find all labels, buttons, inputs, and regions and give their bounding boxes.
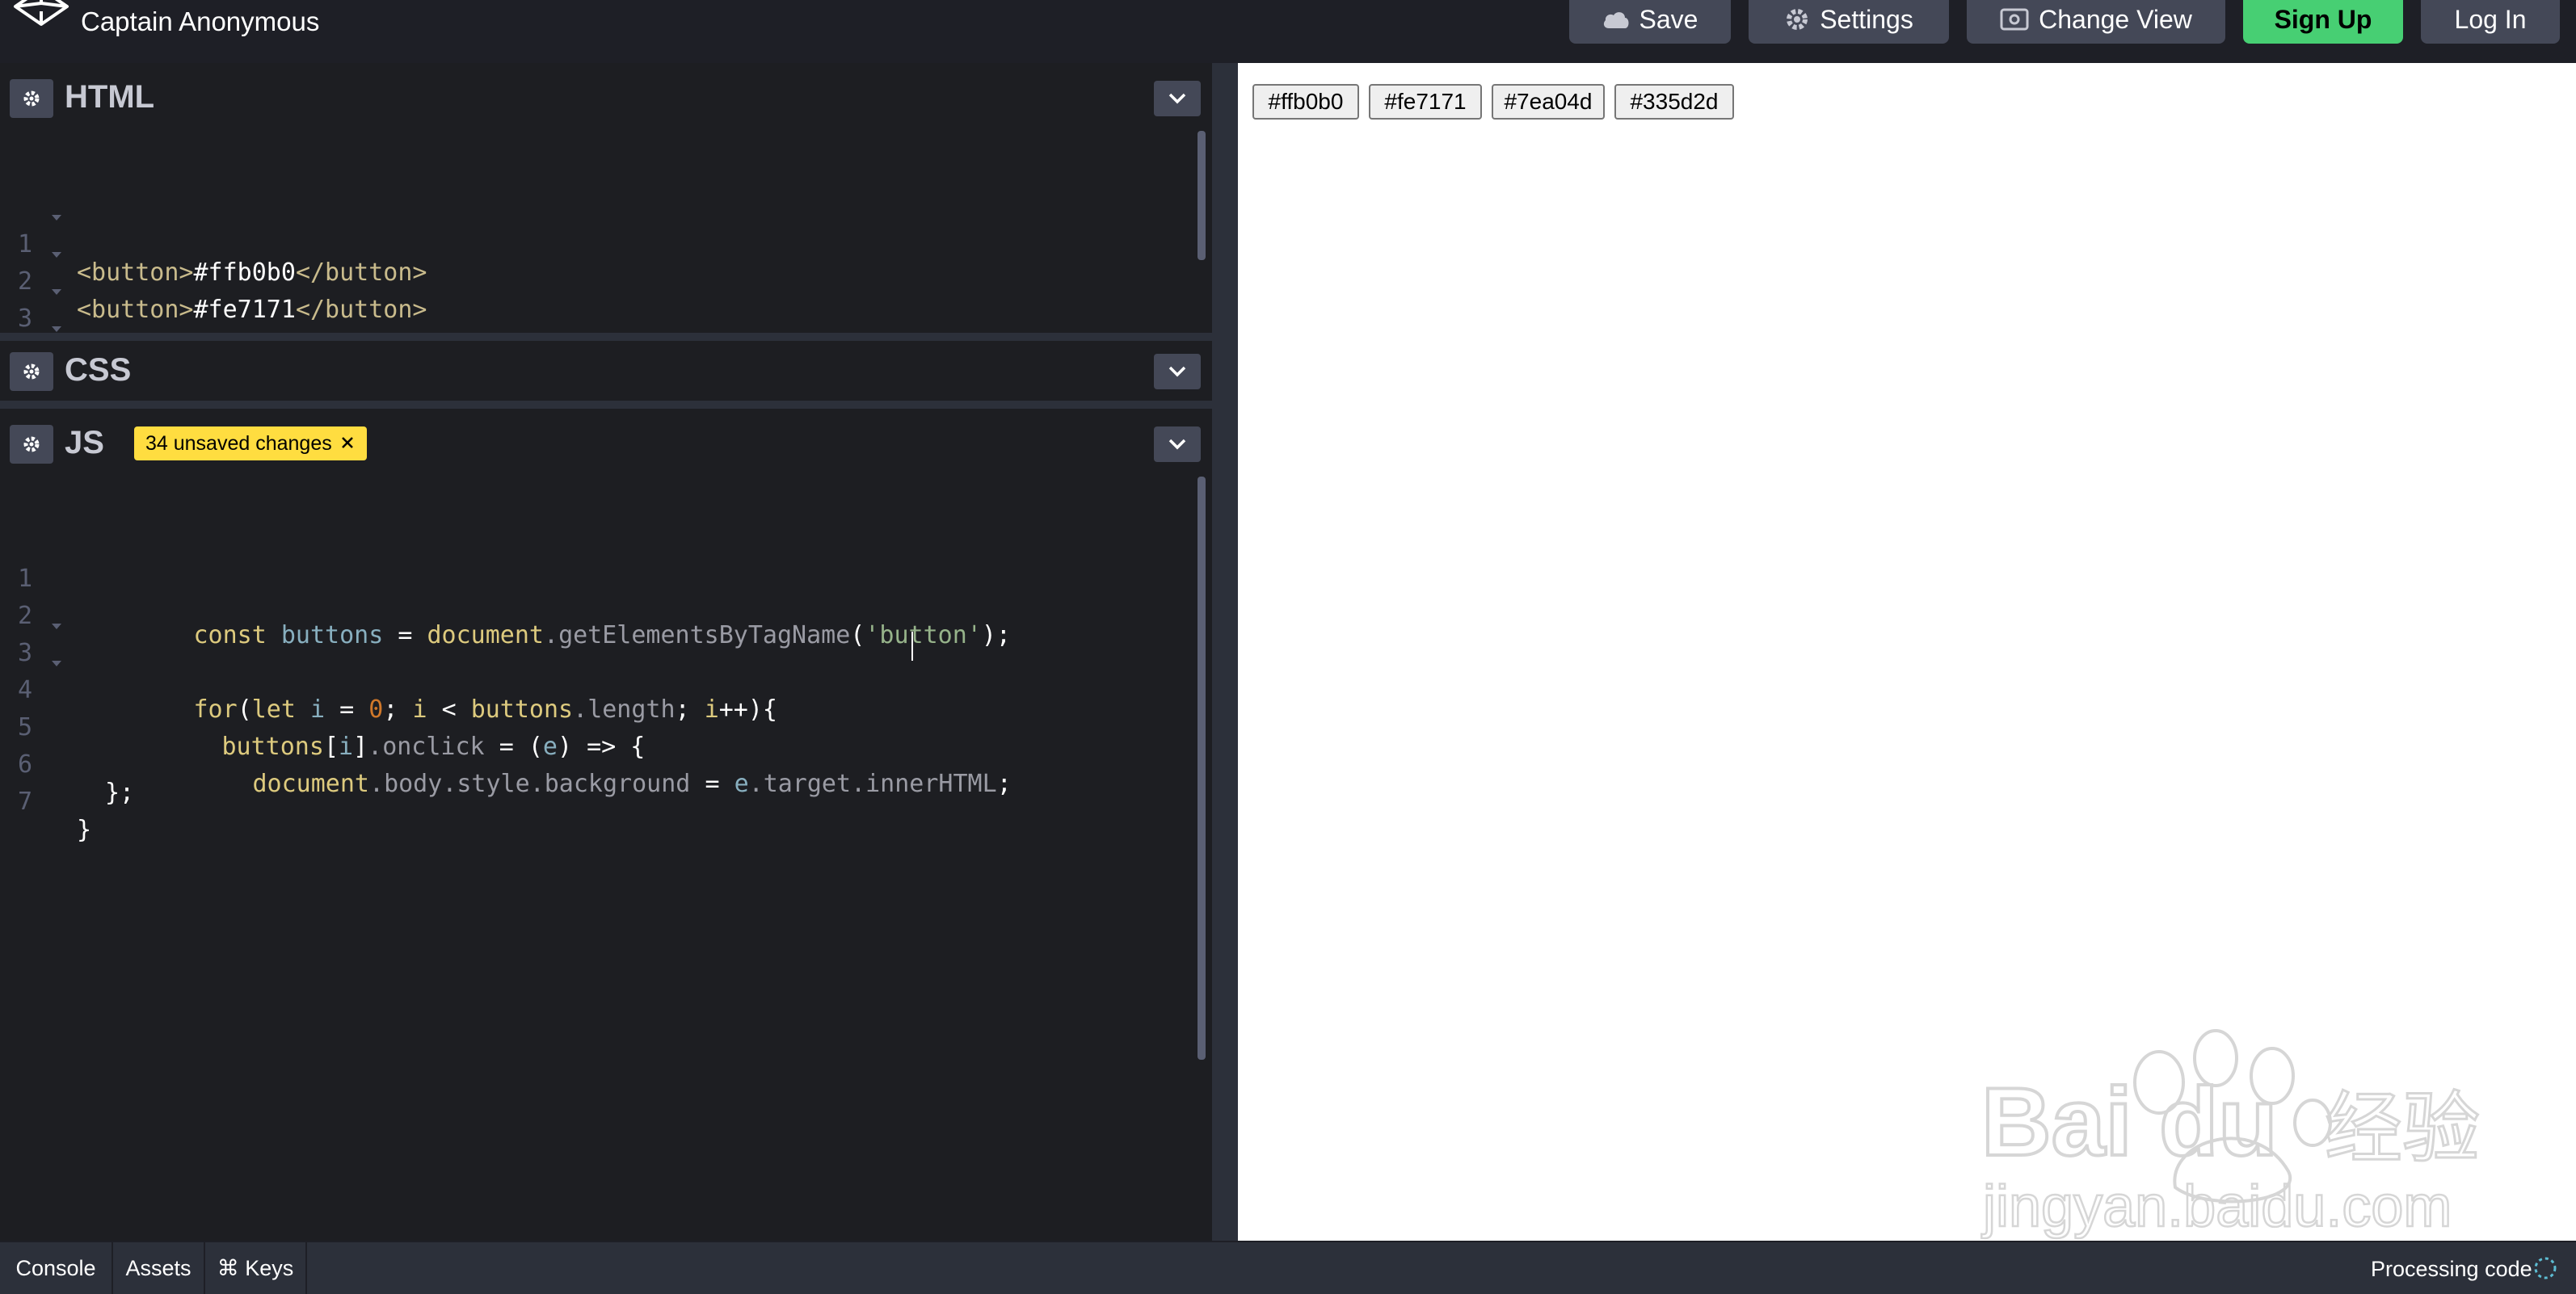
processing-status: Processing code bbox=[2371, 1257, 2532, 1281]
editor-preview-resize-handle[interactable] bbox=[1212, 63, 1238, 1241]
code-line: 5 document.body.style.background = e.tar… bbox=[0, 685, 1196, 798]
save-label: Save bbox=[1639, 4, 1698, 34]
html-scrollbar[interactable] bbox=[1198, 131, 1206, 260]
top-header: Captain Anonymous Save Settings Change V… bbox=[0, 0, 2576, 63]
code-line: 2 bbox=[0, 573, 1196, 630]
spinner-icon bbox=[2532, 1255, 2558, 1281]
bottom-footer: Console Assets ⌘ Keys Processing code bbox=[0, 1241, 2576, 1294]
change-view-label: Change View bbox=[2039, 4, 2192, 34]
codepen-logo-icon[interactable] bbox=[13, 0, 69, 34]
cloud-icon bbox=[1602, 9, 1630, 30]
text-cursor bbox=[911, 632, 913, 661]
watermark-url: jingyan.baidu.com bbox=[1981, 1174, 2452, 1239]
preview-color-button[interactable]: #ffb0b0 bbox=[1252, 84, 1359, 120]
html-css-resize-handle[interactable] bbox=[0, 333, 1212, 341]
css-chevron-down-icon[interactable] bbox=[1154, 354, 1201, 389]
code-line: 1 const buttons = document.getElementsBy… bbox=[0, 536, 1196, 649]
settings-label: Settings bbox=[1820, 4, 1913, 34]
baidu-watermark: Bai du 经验 jingyan.baidu.com bbox=[1238, 1002, 2531, 1244]
code-line: 3 <button>#7ea04d</button> bbox=[0, 276, 1196, 363]
save-button[interactable]: Save bbox=[1569, 0, 1731, 44]
preview-color-button[interactable]: #7ea04d bbox=[1492, 84, 1605, 120]
css-js-resize-handle[interactable] bbox=[0, 401, 1212, 409]
code-line: 7 } bbox=[0, 759, 1196, 844]
code-line: 6 }; bbox=[0, 722, 1196, 807]
fold-arrow-icon[interactable] bbox=[52, 326, 61, 332]
html-settings-gear-icon[interactable] bbox=[10, 79, 53, 118]
unsaved-changes-badge[interactable]: 34 unsaved changes bbox=[134, 426, 367, 460]
preview-color-button[interactable]: #335d2d bbox=[1614, 84, 1734, 120]
js-settings-gear-icon[interactable] bbox=[10, 425, 53, 464]
css-panel-title: CSS bbox=[65, 352, 132, 388]
assets-button[interactable]: Assets bbox=[113, 1242, 205, 1294]
fold-arrow-icon[interactable] bbox=[52, 624, 61, 629]
preview-color-button[interactable]: #fe7171 bbox=[1369, 84, 1482, 120]
log-in-label: Log In bbox=[2454, 4, 2527, 34]
line-number: 7 bbox=[18, 788, 33, 816]
html-chevron-down-icon[interactable] bbox=[1154, 81, 1201, 116]
code-line: 4 buttons[i].onclick = (e) => { bbox=[0, 648, 1196, 761]
sign-up-button[interactable]: Sign Up bbox=[2243, 0, 2403, 44]
css-settings-gear-icon[interactable] bbox=[10, 352, 53, 391]
settings-button[interactable]: Settings bbox=[1749, 0, 1949, 44]
html-panel-header[interactable]: HTML bbox=[0, 63, 1212, 128]
layout-icon bbox=[2000, 8, 2029, 31]
code-line: 1 <button>#ffb0b0</button> bbox=[0, 202, 1196, 287]
code-token: } bbox=[77, 816, 92, 844]
code-line: 2 <button>#fe7171</button> bbox=[0, 239, 1196, 324]
editor-column: HTML 1 <button>#ffb0b0</button> 2 <butto… bbox=[0, 63, 1212, 1241]
fold-arrow-icon[interactable] bbox=[52, 661, 61, 666]
fold-arrow-icon[interactable] bbox=[52, 289, 61, 295]
js-panel-title: JS bbox=[65, 425, 104, 460]
dismiss-close-icon[interactable] bbox=[340, 432, 355, 456]
code-line: 3 for(let i = 0; i < buttons.length; i++… bbox=[0, 611, 1196, 724]
fold-arrow-icon[interactable] bbox=[52, 252, 61, 258]
html-panel-title: HTML bbox=[65, 79, 155, 115]
log-in-button[interactable]: Log In bbox=[2421, 0, 2560, 44]
keys-button[interactable]: ⌘ Keys bbox=[205, 1242, 307, 1294]
fold-arrow-icon[interactable] bbox=[52, 215, 61, 221]
unsaved-changes-label: 34 unsaved changes bbox=[145, 431, 332, 455]
watermark-brand: Bai du bbox=[1981, 1068, 2278, 1176]
js-scrollbar[interactable] bbox=[1198, 477, 1206, 1060]
js-chevron-down-icon[interactable] bbox=[1154, 426, 1201, 462]
change-view-button[interactable]: Change View bbox=[1967, 0, 2225, 44]
css-panel-header[interactable]: CSS bbox=[0, 341, 1212, 401]
gear-icon bbox=[1784, 6, 1810, 32]
console-button[interactable]: Console bbox=[0, 1242, 113, 1294]
user-name: Captain Anonymous bbox=[81, 6, 320, 36]
watermark-brand-cn: 经验 bbox=[2325, 1083, 2480, 1174]
js-code-editor[interactable]: 1 const buttons = document.getElementsBy… bbox=[0, 475, 1212, 1234]
sign-up-label: Sign Up bbox=[2274, 4, 2372, 34]
